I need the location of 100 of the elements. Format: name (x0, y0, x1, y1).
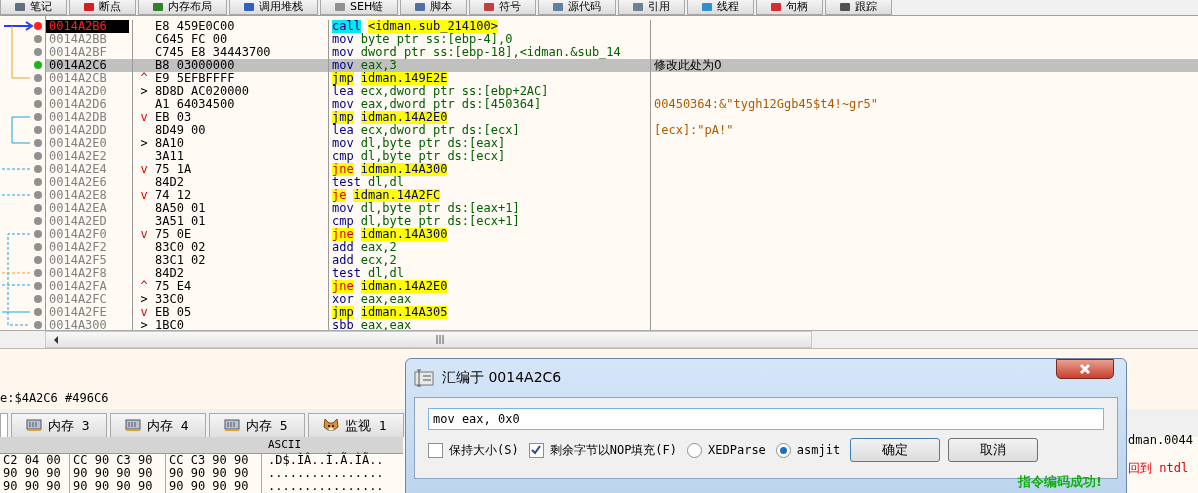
radio-button[interactable] (775, 442, 791, 458)
breakpoint-dot[interactable] (34, 243, 42, 251)
jump-marker: v (139, 228, 149, 241)
breakpoint-dot[interactable] (34, 230, 42, 238)
address-cell-text: 0014A2D6 (48, 98, 108, 111)
mnemonic: test (332, 176, 361, 189)
address-cell-text: 0014A2E6 (48, 176, 108, 189)
breakpoint-dot[interactable] (34, 282, 42, 290)
breakpoint-dot[interactable] (34, 269, 42, 277)
memory-tab[interactable]: 内存 3 (11, 413, 107, 437)
operands: ecx,dword ptr ss:[ebp+2AC] (360, 85, 549, 98)
breakpoint-dot[interactable] (34, 87, 42, 95)
panel-tab[interactable]: SEH链 (320, 0, 399, 15)
hex-cell: C2 04 00 (0, 454, 70, 467)
panel-tab[interactable]: 源代码 (538, 0, 617, 15)
panel-tab[interactable]: 调用堆栈 (229, 0, 318, 15)
bytes-cell: 75 1A (155, 163, 192, 176)
breakpoint-dot[interactable] (34, 217, 42, 225)
breakpoint-dot[interactable] (34, 74, 42, 82)
tab-icon (335, 3, 345, 11)
operands: eax,3 (360, 59, 397, 72)
address-cell-text: 0014A2CB (48, 72, 108, 85)
mnemonic: jne (332, 280, 354, 293)
dog-face-icon (323, 418, 339, 433)
breakpoint-dot[interactable] (34, 48, 42, 56)
memory-module-icon (26, 419, 42, 432)
checkbox[interactable] (428, 442, 443, 458)
operands: dl,dl (367, 176, 405, 189)
breakpoint-dot[interactable] (34, 22, 42, 30)
input-field[interactable]: mov eax, 0x0 (428, 408, 1104, 430)
radio-button[interactable] (687, 442, 703, 458)
breakpoint-dot[interactable] (34, 204, 42, 212)
panel-tab[interactable]: 符号 (469, 0, 537, 15)
memory-tab[interactable]: 内存 4 (110, 413, 206, 437)
bytes-cell: 3A51 01 (155, 215, 206, 228)
breakpoint-dot[interactable] (34, 178, 42, 186)
panel-tab[interactable]: 句柄 (756, 0, 824, 15)
breakpoint-dot[interactable] (34, 61, 42, 69)
panel-tab[interactable]: 跟踪 (825, 0, 893, 15)
bytes-cell: 8A50 01 (155, 202, 206, 215)
ascii-cell-text: ................ (267, 467, 384, 480)
dialog-button[interactable]: 取消 (948, 438, 1039, 462)
breakpoint-dot[interactable] (34, 295, 42, 303)
breakpoint-dot[interactable] (34, 35, 42, 43)
panel-tab[interactable]: 引用 (618, 0, 686, 15)
breakpoint-dot[interactable] (34, 165, 42, 173)
breakpoint-dot[interactable] (34, 126, 42, 134)
breakpoint-dot[interactable] (34, 256, 42, 264)
breakpoint-dot[interactable] (34, 139, 42, 147)
jump-marker: > (139, 293, 149, 306)
bytes-cell: EB 05 (155, 306, 192, 319)
panel-tab[interactable]: 脚本 (400, 0, 468, 15)
horizontal-scrollbar[interactable] (45, 331, 812, 348)
jump-marker: v (139, 111, 149, 124)
bytes-cell: E8 459E0C00 (155, 20, 235, 33)
checkbox-label: 剩余字节以NOP填充(F) (549, 441, 678, 459)
panel-tab[interactable]: 笔记 (0, 0, 67, 15)
window-title: 汇编于 0014A2C6 (442, 369, 562, 387)
bytes-cell: 83C1 02 (155, 254, 206, 267)
address-cell-text: 0014A2BB (48, 33, 108, 46)
tab-icon (484, 3, 495, 11)
address-cell-text: 0014A2FE (48, 306, 108, 319)
panel-tab[interactable]: 内存布局 (138, 0, 227, 15)
breakpoint-dot[interactable] (34, 308, 42, 316)
memory-tab[interactable]: 监视 1 (308, 413, 404, 437)
mnemonic: cmp (332, 215, 354, 228)
panel-tab[interactable]: 断点 (69, 0, 136, 15)
checkbox[interactable] (528, 442, 544, 458)
mnemonic: jmp (332, 72, 354, 85)
jump-marker: v (139, 163, 149, 176)
scroll-grip-icon (435, 335, 445, 344)
mnemonic: jne (332, 228, 354, 241)
mnemonic: lea (332, 124, 354, 137)
breakpoint-dot[interactable] (34, 152, 42, 160)
hex-cell: 90 90 90 90 (70, 467, 166, 480)
memory-tab[interactable] (0, 413, 8, 437)
close-button[interactable] (1056, 359, 1114, 379)
breakpoint-dot[interactable] (34, 191, 42, 199)
bytes-cell: 84D2 (155, 267, 184, 280)
address-cell-text: 0014A2FA (48, 280, 108, 293)
panel-tab[interactable]: 线程 (687, 0, 755, 15)
dialog-button[interactable]: 确定 (850, 438, 941, 462)
breakpoint-dot[interactable] (34, 100, 42, 108)
mnemonic: add (332, 254, 354, 267)
breakpoint-dot[interactable] (34, 113, 42, 121)
operands: <idman.sub_214100> (367, 20, 498, 33)
tab-icon (702, 3, 713, 11)
jump-marker: > (139, 319, 149, 332)
memory-tab[interactable]: 内存 5 (209, 413, 305, 437)
ascii-cell-text: ................ (267, 480, 384, 493)
hex-cell: CC C3 90 90 (166, 454, 262, 467)
radio-label: XEDParse (708, 443, 766, 457)
address-cell-text: 0014A2F2 (48, 241, 108, 254)
breakpoint-dot[interactable] (34, 321, 42, 329)
bytes-cell: 8D8D AC020000 (155, 85, 249, 98)
mnemonic: mov (332, 98, 354, 111)
mnemonic: call (332, 20, 361, 33)
mnemonic: test (332, 267, 361, 280)
operands: dl,byte ptr ds:[eax+1] (360, 202, 520, 215)
scroll-left-icon[interactable] (52, 334, 60, 345)
